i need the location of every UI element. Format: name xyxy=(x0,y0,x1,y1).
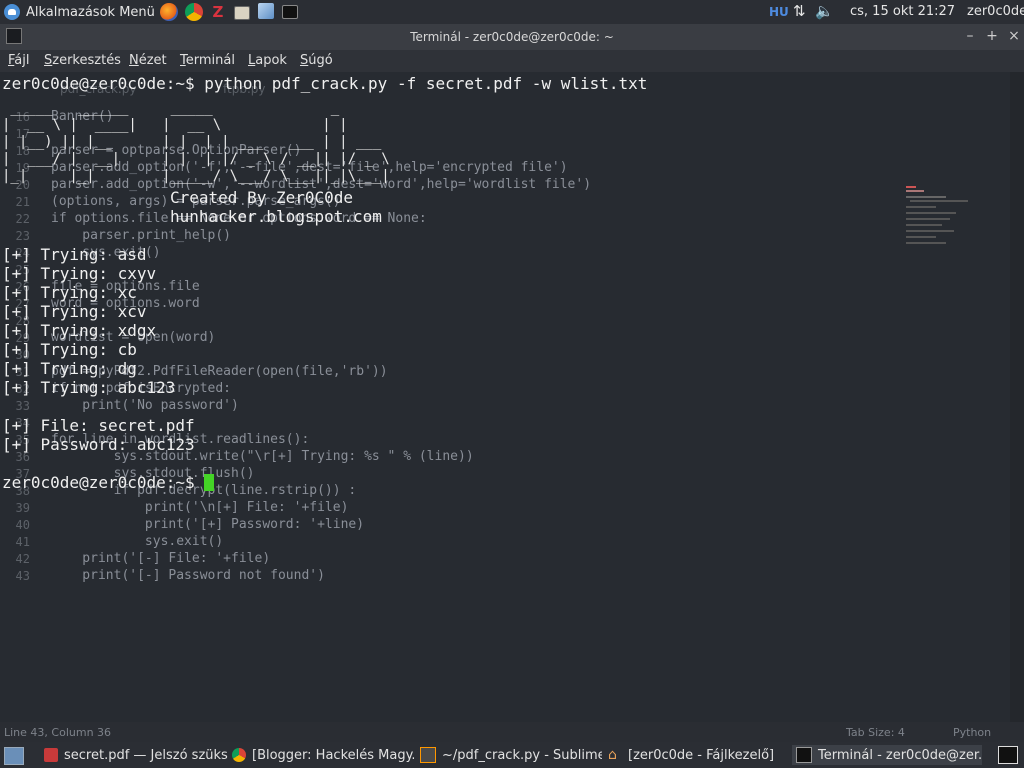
code-line: print('[+] Password: '+line) xyxy=(51,517,365,532)
task-sublime[interactable]: ~/pdf_crack.py - Sublime ... xyxy=(420,745,602,765)
code-line: print('[-] Password not found') xyxy=(51,568,325,583)
user-menu[interactable]: zer0c0de xyxy=(967,4,1024,19)
task-terminal[interactable]: Terminál - zer0c0de@zer... xyxy=(792,745,982,765)
line-number: 33 xyxy=(15,399,30,413)
task-label: Terminál - zer0c0de@zer... xyxy=(818,747,982,763)
terminal-scrollbar[interactable] xyxy=(1010,72,1024,722)
editor-status-bar: Line 43, Column 36 Tab Size: 4 Python xyxy=(0,722,1024,742)
terminal-icon[interactable] xyxy=(282,5,298,19)
trying-line: [+] Trying: xdgx xyxy=(2,321,157,340)
clock[interactable]: cs, 15 okt 21:27 xyxy=(850,4,955,19)
ascii-banner: _____ ______ _____ _ | __ \ | ____| | __… xyxy=(2,100,390,184)
terminal-icon xyxy=(796,747,812,763)
trying-line: [+] Trying: xcv xyxy=(2,302,147,321)
prompt-text: zer0c0de@zer0c0de:~$ xyxy=(2,473,205,492)
keyboard-layout-indicator[interactable]: HU xyxy=(769,5,789,19)
firefox-icon[interactable] xyxy=(160,3,178,21)
trying-line: [+] Trying: xc xyxy=(2,283,137,302)
menu-tabs[interactable]: Lapok xyxy=(248,53,287,68)
line-number: 22 xyxy=(15,212,30,226)
credit-blog: hunhacker.blogspot.com xyxy=(170,207,382,226)
tab-size[interactable]: Tab Size: 4 xyxy=(846,726,905,739)
minimap xyxy=(906,186,968,244)
result-password: [+] Password: abc123 xyxy=(2,435,195,454)
result-file: [+] File: secret.pdf xyxy=(2,416,195,435)
line-number: 39 xyxy=(15,501,30,515)
task-file-manager[interactable]: ⌂ [zer0c0de - Fájlkezelő] xyxy=(608,745,788,765)
menu-file[interactable]: Fájl xyxy=(8,53,30,68)
chrome-icon[interactable] xyxy=(185,3,203,21)
task-label: [zer0c0de - Fájlkezelő] xyxy=(628,747,775,763)
maximize-button[interactable]: + xyxy=(984,28,1000,44)
trying-line: [+] Trying: cxyv xyxy=(2,264,157,283)
volume-icon[interactable]: 🔈 xyxy=(815,2,834,20)
image-viewer-icon[interactable] xyxy=(234,6,250,20)
window-titlebar[interactable]: Terminál - zer0c0de@zer0c0de: ~ – + × xyxy=(0,24,1024,50)
shell-prompt[interactable]: zer0c0de@zer0c0de:~$ xyxy=(2,473,215,492)
line-number: 43 xyxy=(15,569,30,583)
line-number: 40 xyxy=(15,518,30,532)
syntax-mode[interactable]: Python xyxy=(953,726,991,739)
credit-author: Created By Zer0C0de xyxy=(170,188,354,207)
zotero-icon[interactable]: Z xyxy=(209,3,227,21)
top-panel: Alkalmazások Menü Z HU ⇅ 🔈 cs, 15 okt 21… xyxy=(0,0,1024,24)
network-icon[interactable]: ⇅ xyxy=(793,2,806,20)
applications-menu-label: Alkalmazások Menü xyxy=(26,4,155,20)
line-number: 42 xyxy=(15,552,30,566)
package-icon[interactable] xyxy=(258,3,274,19)
close-button[interactable]: × xyxy=(1006,28,1022,44)
applications-menu[interactable]: Alkalmazások Menü xyxy=(4,3,155,21)
trying-line: [+] Trying: asd xyxy=(2,245,147,264)
code-line: sys.exit() xyxy=(51,534,224,549)
chrome-icon xyxy=(232,748,246,762)
menu-edit[interactable]: Szerkesztés xyxy=(44,53,121,68)
pdf-icon xyxy=(44,748,58,762)
xfce-logo-icon xyxy=(4,4,20,20)
code-line: parser.print_help() xyxy=(51,228,232,243)
taskbar: secret.pdf — Jelszó szüks... [Blogger: H… xyxy=(0,742,1024,768)
task-label: secret.pdf — Jelszó szüks... xyxy=(64,747,228,763)
trying-line: [+] Trying: cb xyxy=(2,340,137,359)
menu-bar: Fájl Szerkesztés Nézet Terminál Lapok Sú… xyxy=(0,50,1024,72)
show-desktop-icon[interactable] xyxy=(4,747,24,765)
menu-help[interactable]: Súgó xyxy=(300,53,333,68)
sublime-icon xyxy=(420,747,436,763)
task-pdf-viewer[interactable]: secret.pdf — Jelszó szüks... xyxy=(44,745,228,765)
text-cursor xyxy=(204,474,215,491)
command-line: zer0c0de@zer0c0de:~$ python pdf_crack.py… xyxy=(2,74,648,93)
line-number: 41 xyxy=(15,535,30,549)
trying-line: [+] Trying: dg xyxy=(2,359,137,378)
home-folder-icon: ⌂ xyxy=(608,747,617,763)
terminal-tray-icon[interactable] xyxy=(998,746,1018,764)
menu-terminal[interactable]: Terminál xyxy=(180,53,235,68)
code-line: print('\n[+] File: '+file) xyxy=(51,500,349,515)
trying-line: [+] Trying: abc123 xyxy=(2,378,176,397)
task-label: ~/pdf_crack.py - Sublime ... xyxy=(442,747,602,763)
menu-view[interactable]: Nézet xyxy=(129,53,167,68)
line-number: 23 xyxy=(15,229,30,243)
code-line: print('[-] File: '+file) xyxy=(51,551,271,566)
line-number: 21 xyxy=(15,195,30,209)
minimize-button[interactable]: – xyxy=(962,28,978,44)
cursor-position: Line 43, Column 36 xyxy=(4,726,112,739)
window-title: Terminál - zer0c0de@zer0c0de: ~ xyxy=(410,30,614,44)
task-chrome[interactable]: [Blogger: Hackelés Magy... xyxy=(232,745,414,765)
terminal-area[interactable]: pdf_crack.py ftpb.py 16 17 18 19 20 21 22 23 24 2… xyxy=(0,72,1010,722)
task-label: [Blogger: Hackelés Magy... xyxy=(252,747,414,763)
code-line: print('No password') xyxy=(51,398,239,413)
